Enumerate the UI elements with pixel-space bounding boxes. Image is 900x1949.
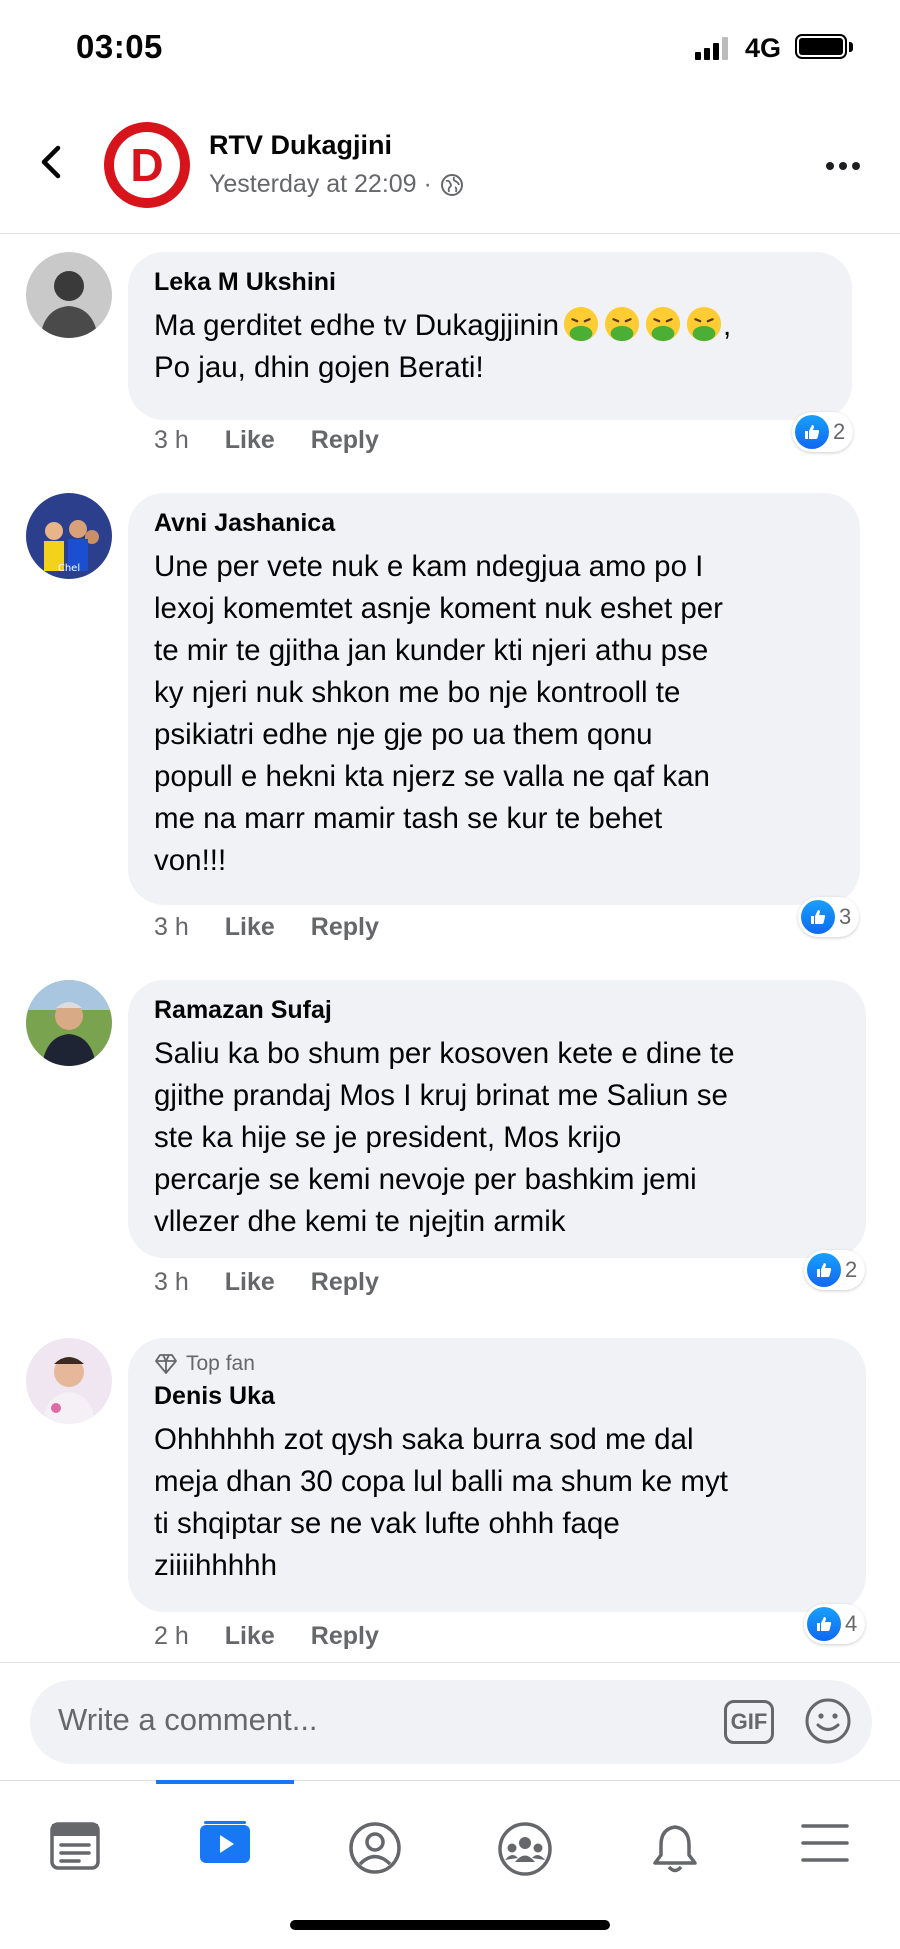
like-button[interactable]: Like [225,1268,275,1297]
like-reaction-icon [807,1253,841,1287]
tab-watch[interactable] [150,1801,300,1891]
gif-button[interactable]: GIF [724,1700,774,1744]
comment-author[interactable]: Denis Uka [154,1382,840,1411]
battery-icon [795,34,847,59]
comment-actions: 3 h Like Reply [154,913,379,942]
diamond-icon [155,1354,177,1374]
network-type: 4G [745,33,782,63]
battery-tip [849,42,853,52]
post-time-text: Yesterday at 22:09 · [209,170,432,198]
like-button[interactable]: Like [225,426,275,455]
divider [0,1662,900,1663]
comment-text: Ohhhhhh zot qysh saka burra sod me dal m… [154,1423,728,1582]
globe-icon [440,173,463,196]
comment-author[interactable]: Ramazan Sufaj [154,996,840,1025]
comment-author[interactable]: Avni Jashanica [154,509,834,538]
like-button[interactable]: Like [225,1622,275,1651]
menu-icon [801,1824,849,1862]
signal-strength-icon [695,36,728,60]
nauseated-face-emoji-icon [563,306,599,342]
status-bar: 03:05 4G [0,0,900,100]
page-avatar[interactable]: D [104,122,190,208]
like-button[interactable]: Like [225,913,275,942]
reply-button[interactable]: Reply [311,426,379,455]
like-reaction-icon [801,900,835,934]
active-tab-indicator [156,1780,294,1784]
nauseated-face-emoji-icon [604,306,640,342]
tab-news-feed[interactable] [0,1801,150,1891]
nauseated-face-emoji-icon [686,306,722,342]
emoji-smiley-icon[interactable] [803,1696,853,1746]
profile-icon [349,1822,401,1874]
tab-groups[interactable] [450,1801,600,1891]
comment-bubble[interactable]: Avni Jashanica Une per vete nuk e kam nd… [128,493,860,905]
avatar[interactable] [26,252,112,338]
reaction-count: 4 [845,1611,858,1636]
comment-actions: 3 h Like Reply [154,426,379,455]
comment-composer[interactable]: Write a comment... GIF [30,1680,872,1764]
reaction-summary[interactable]: 4 [804,1604,866,1644]
reaction-summary[interactable]: 2 [804,1250,866,1290]
comment-text: Ma gerditet edhe tv Dukagjjinin, Po jau,… [154,305,826,389]
reaction-count: 2 [833,419,846,444]
status-time: 03:05 [76,28,163,65]
comment-time: 3 h [154,1268,189,1296]
svg-text:Chel: Chel [58,563,80,574]
tab-notifications[interactable] [600,1801,750,1891]
page-logo-letter: D [130,139,164,191]
home-indicator[interactable] [290,1920,610,1930]
comment-time: 3 h [154,426,189,454]
comment-bubble[interactable]: Top fan Denis Uka Ohhhhhh zot qysh saka … [128,1338,866,1612]
watch-video-icon [200,1821,250,1863]
reply-button[interactable]: Reply [311,1622,379,1651]
groups-icon [498,1822,552,1876]
back-arrow-icon[interactable] [30,140,74,184]
more-options-icon[interactable] [826,162,860,170]
reaction-summary[interactable]: 2 [792,412,854,452]
news-feed-icon [50,1822,100,1870]
reply-button[interactable]: Reply [311,913,379,942]
reaction-summary[interactable]: 3 [798,897,860,937]
comment-text: Saliu ka bo shum per kosoven kete e dine… [154,1037,735,1238]
comment-text-part: Ma gerditet edhe tv Dukagjjinin [154,309,560,342]
comment-input[interactable]: Write a comment... [58,1702,318,1738]
like-reaction-icon [807,1607,841,1641]
comment-bubble[interactable]: Leka M Ukshini Ma gerditet edhe tv Dukag… [128,252,852,420]
comment-bubble[interactable]: Ramazan Sufaj Saliu ka bo shum per kosov… [128,980,866,1258]
top-fan-badge: Top fan [154,1352,840,1376]
avatar[interactable] [26,1338,112,1424]
notifications-bell-icon [653,1825,697,1873]
page-name[interactable]: RTV Dukagjini [209,130,392,161]
like-reaction-icon [795,415,829,449]
avatar[interactable]: Chel [26,493,112,579]
comment-time: 2 h [154,1622,189,1650]
tab-profile[interactable] [300,1801,450,1891]
reply-button[interactable]: Reply [311,1268,379,1297]
post-header: D RTV Dukagjini Yesterday at 22:09 · [0,100,900,234]
comment-time: 3 h [154,913,189,941]
reaction-count: 2 [845,1257,858,1282]
post-timestamp: Yesterday at 22:09 · [209,170,464,199]
avatar[interactable] [26,980,112,1066]
tab-menu[interactable] [750,1801,900,1891]
comment-author[interactable]: Leka M Ukshini [154,268,826,297]
top-fan-label: Top fan [186,1352,255,1375]
comment-text: Une per vete nuk e kam ndegjua amo po I … [154,550,723,877]
comment-actions: 2 h Like Reply [154,1622,379,1651]
nauseated-face-emoji-icon [645,306,681,342]
comment-actions: 3 h Like Reply [154,1268,379,1297]
reaction-count: 3 [839,904,852,929]
